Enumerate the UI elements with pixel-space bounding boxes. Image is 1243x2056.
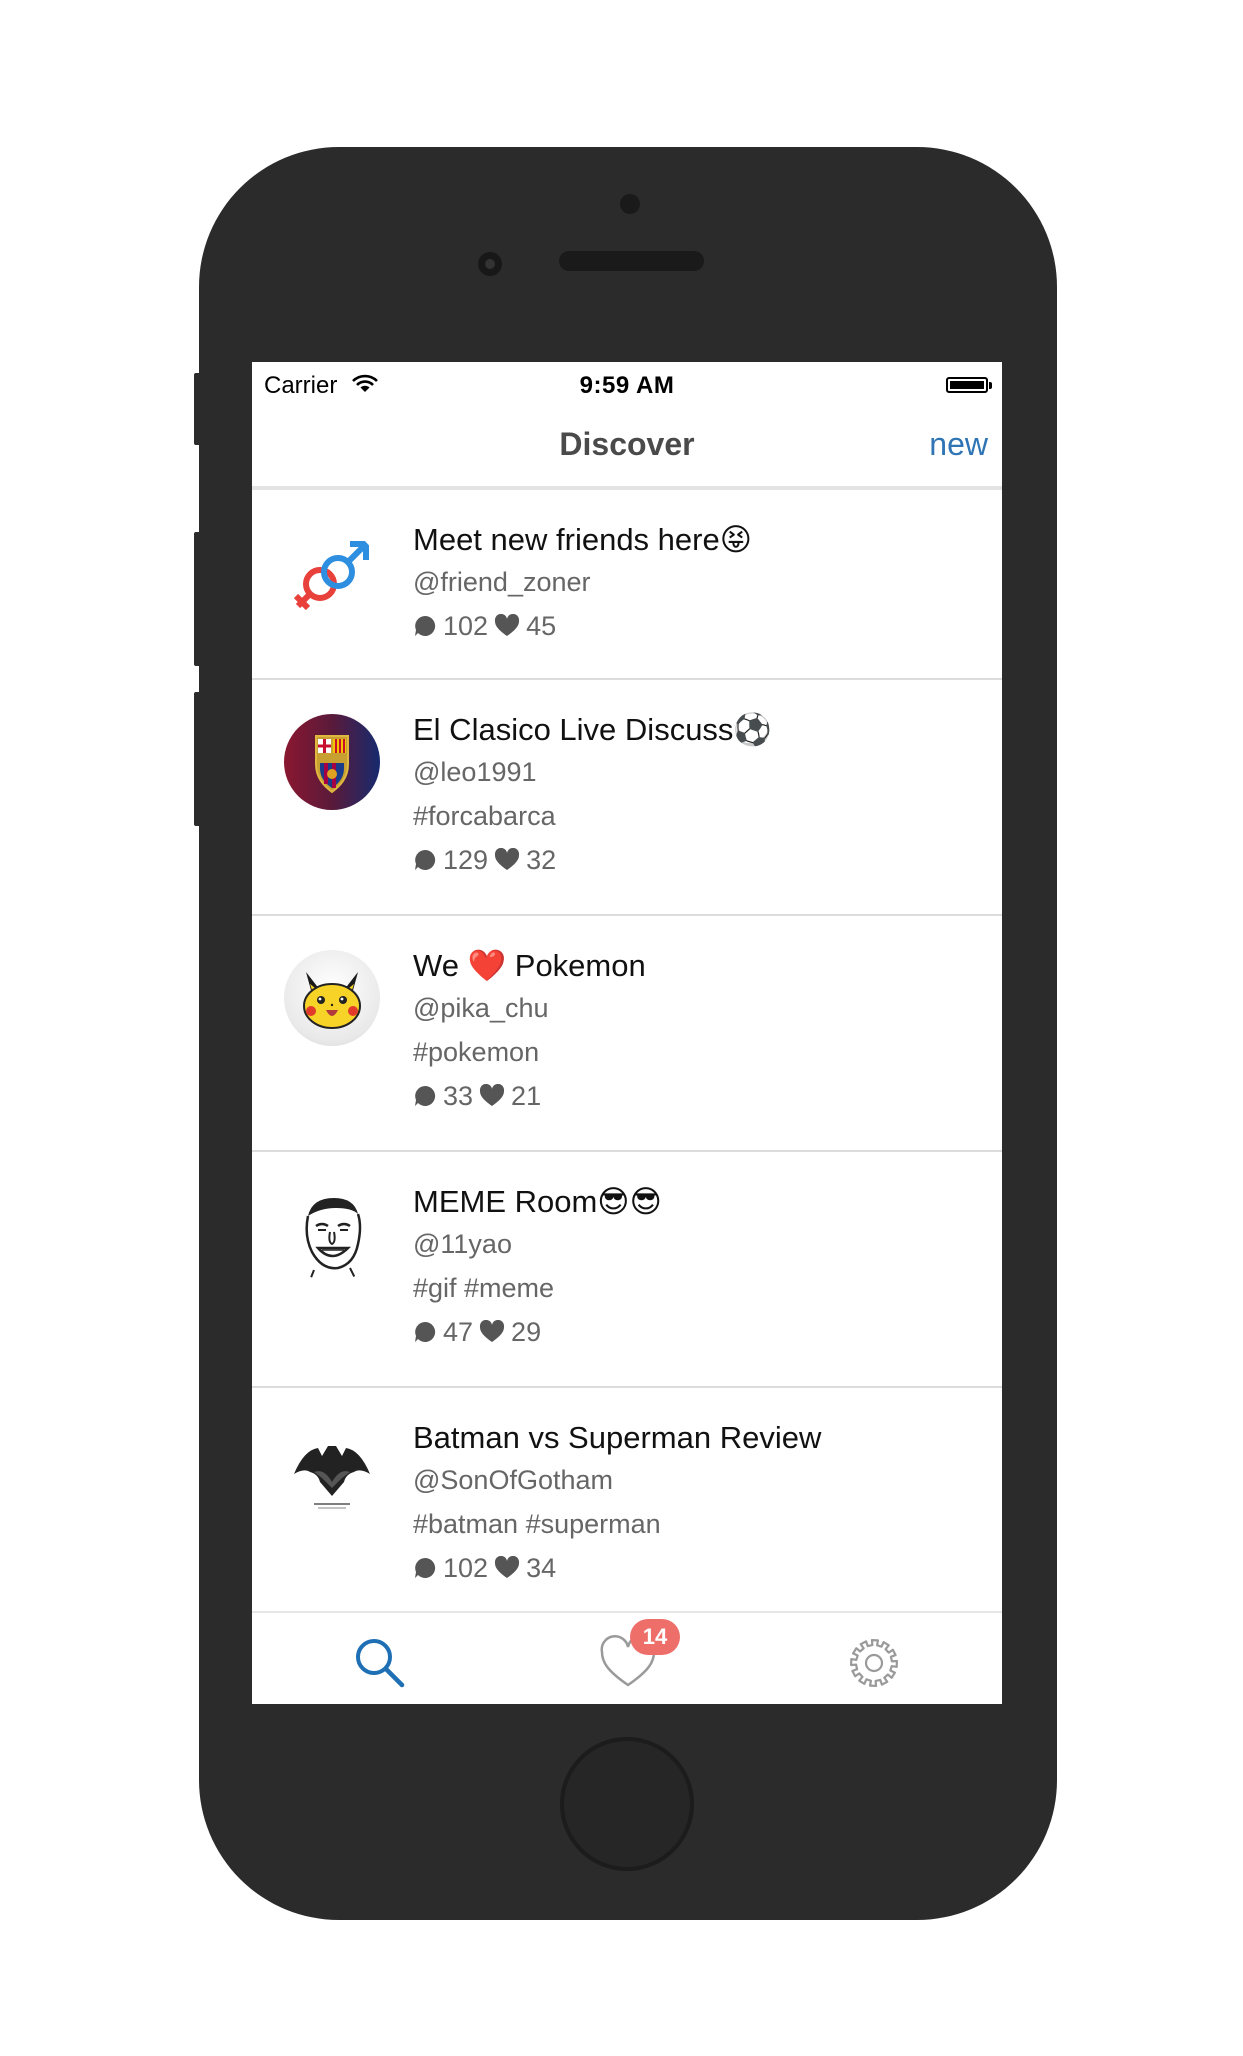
comment-icon: [415, 1557, 436, 1578]
volume-down-button: [194, 692, 202, 826]
notification-badge: 14: [630, 1619, 680, 1655]
comment-icon: [415, 615, 436, 636]
room-stats: 47 29: [413, 1310, 662, 1354]
heart-icon: [480, 1320, 505, 1342]
room-tags: #pokemon: [413, 1037, 540, 1067]
pikachu-icon: [284, 950, 380, 1046]
room-tags: #batman #superman: [413, 1509, 661, 1539]
list-item[interactable]: Meet new friends here😝 @friend_zoner 102…: [252, 490, 1002, 680]
room-title: Batman vs Superman Review: [413, 1420, 822, 1455]
volume-up-button: [194, 532, 202, 666]
home-button[interactable]: [560, 1737, 694, 1871]
room-title: MEME Room😎😎: [413, 1184, 662, 1219]
room-owner: @leo1991: [413, 757, 537, 787]
comment-count: 33: [443, 1081, 474, 1111]
room-owner: @pika_chu: [413, 993, 549, 1023]
room-title: Meet new friends here😝: [413, 522, 753, 557]
mute-switch: [194, 373, 202, 445]
room-owner: @SonOfGotham: [413, 1465, 613, 1495]
search-icon: [356, 1639, 405, 1688]
tab-bar: 14: [252, 1611, 1002, 1704]
like-count: 32: [526, 845, 557, 875]
room-owner: @friend_zoner: [413, 567, 591, 597]
gender-symbols-icon: [284, 528, 380, 624]
comment-icon: [415, 849, 436, 870]
heart-icon: [480, 1084, 505, 1106]
heart-icon: [495, 614, 520, 636]
list-item[interactable]: Batman vs Superman Review @SonOfGotham #…: [252, 1388, 1002, 1611]
fc-barcelona-crest-icon: [284, 714, 380, 810]
list-item[interactable]: El Clasico Live Discuss⚽ @leo1991 #forca…: [252, 680, 1002, 916]
like-count: 45: [526, 611, 557, 641]
room-stats: 33 21: [413, 1074, 646, 1118]
proximity-sensor: [620, 194, 640, 214]
front-camera: [478, 252, 502, 276]
comment-count: 102: [443, 1553, 489, 1583]
clock: 9:59 AM: [579, 372, 675, 399]
room-title: We ❤️ Pokemon: [413, 948, 646, 983]
status-bar: Carrier 9:59 AM: [252, 362, 1002, 402]
like-count: 21: [511, 1081, 542, 1111]
heart-icon: [495, 1556, 520, 1578]
room-stats: 129 32: [413, 838, 772, 882]
room-tags: #gif #meme: [413, 1273, 555, 1303]
list-item[interactable]: MEME Room😎😎 @11yao #gif #meme 47 29: [252, 1152, 1002, 1388]
batman-v-superman-logo-icon: [284, 1422, 380, 1518]
yao-ming-meme-face-icon: [284, 1186, 380, 1282]
comment-count: 129: [443, 845, 489, 875]
tab-settings[interactable]: [846, 1635, 902, 1691]
room-stats: 102 34: [413, 1546, 821, 1590]
comment-count: 47: [443, 1317, 474, 1347]
page-title: Discover: [559, 426, 695, 462]
like-count: 34: [526, 1553, 557, 1583]
earpiece-speaker: [559, 251, 704, 271]
app-screen: Carrier 9:59 AM Discover new Meet new fr…: [252, 362, 1002, 1704]
room-title: El Clasico Live Discuss⚽: [413, 712, 773, 747]
new-room-button[interactable]: new: [929, 426, 988, 463]
tab-discover[interactable]: [352, 1635, 408, 1691]
room-tags: #forcabarca: [413, 801, 556, 831]
comment-count: 102: [443, 611, 489, 641]
room-list[interactable]: Meet new friends here😝 @friend_zoner 102…: [252, 488, 1002, 1611]
list-item[interactable]: We ❤️ Pokemon @pika_chu #pokemon 33 21: [252, 916, 1002, 1152]
like-count: 29: [511, 1317, 542, 1347]
comment-icon: [415, 1321, 436, 1342]
battery-icon: [946, 377, 992, 393]
room-owner: @11yao: [413, 1229, 512, 1259]
navigation-bar: Discover new: [252, 402, 1002, 488]
comment-icon: [415, 1085, 436, 1106]
heart-icon: [495, 848, 520, 870]
room-stats: 102 45: [413, 604, 752, 648]
gear-icon: [849, 1638, 899, 1688]
